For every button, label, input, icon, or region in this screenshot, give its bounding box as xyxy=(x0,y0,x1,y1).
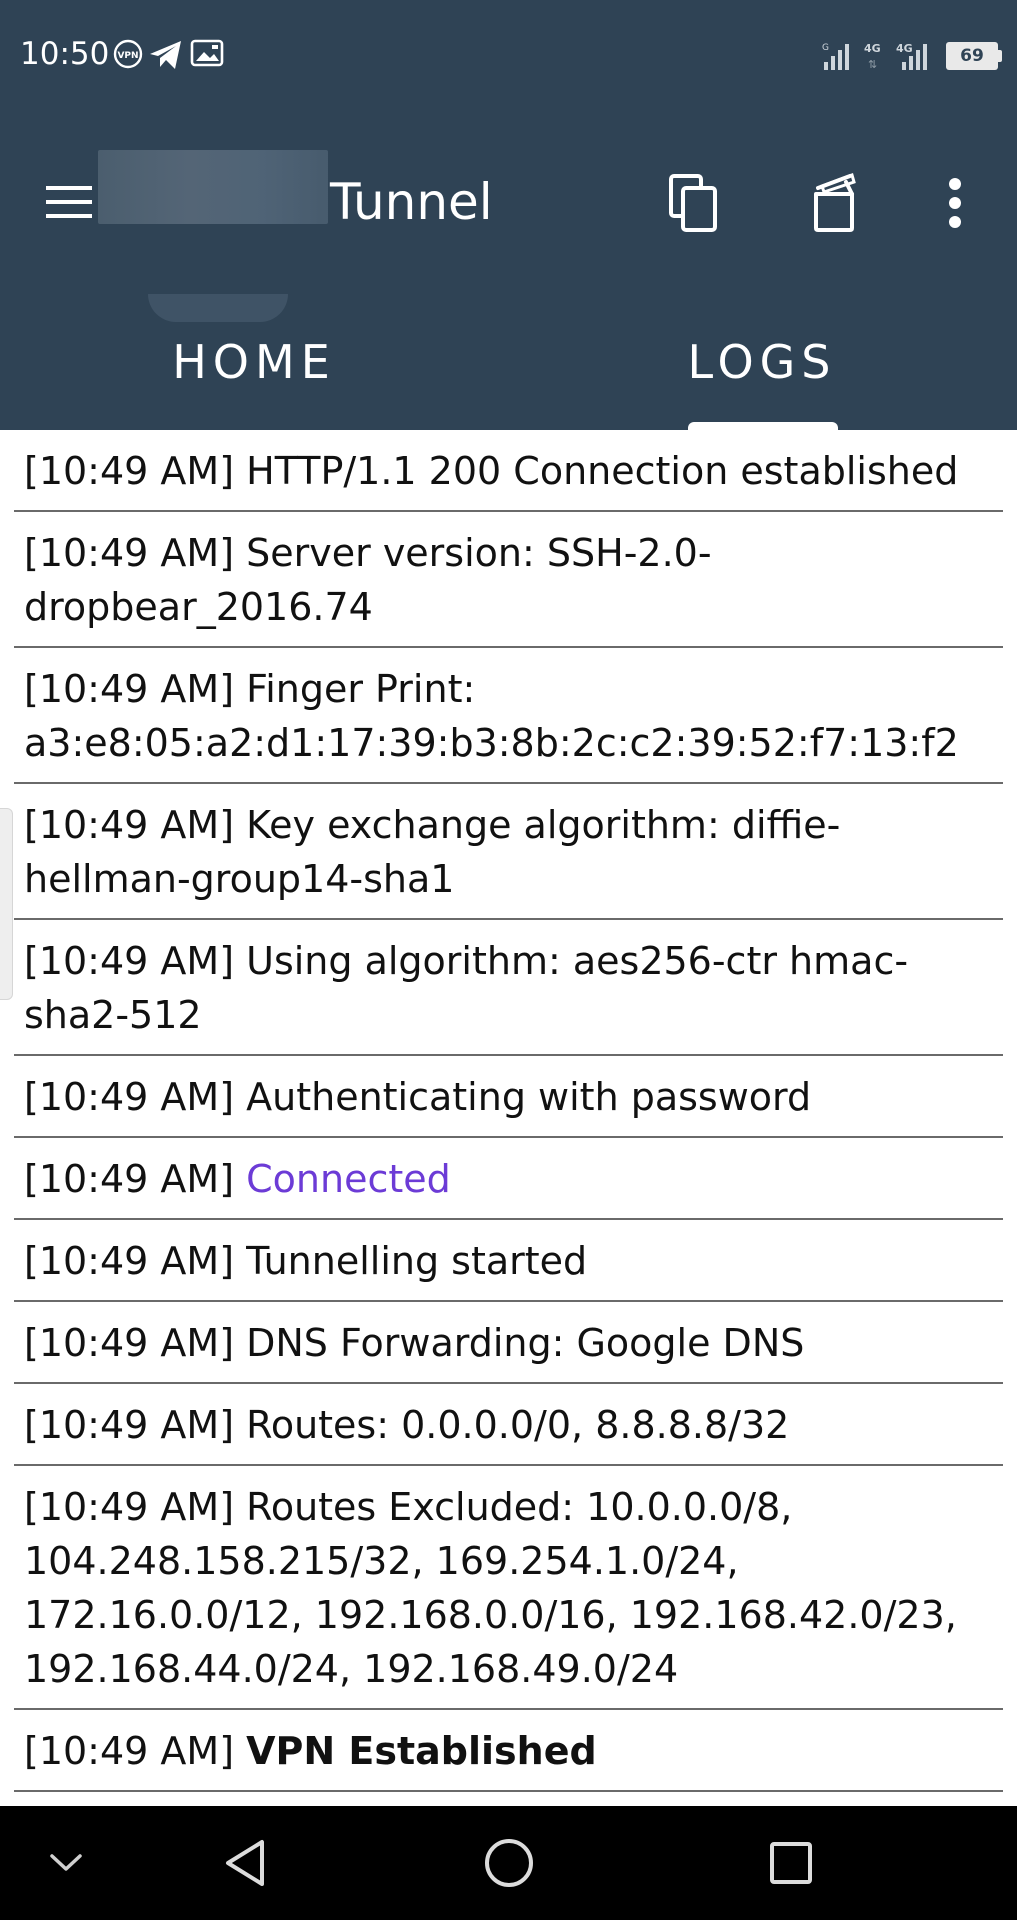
back-button[interactable] xyxy=(212,1806,282,1920)
log-entry: [10:49 AM] Server version: SSH-2.0-dropb… xyxy=(14,512,1003,648)
log-timestamp: [10:49 AM] xyxy=(24,1157,235,1201)
log-entry: [10:49 AM] VPN Established xyxy=(14,1710,1003,1792)
menu-icon xyxy=(46,186,92,218)
log-timestamp: [10:49 AM] xyxy=(24,531,235,575)
signal-icon: G xyxy=(820,40,852,76)
battery-tip xyxy=(998,50,1002,62)
more-options-button[interactable] xyxy=(930,172,980,238)
home-button[interactable] xyxy=(474,1806,544,1920)
status-bar: 10:50 VPN G 4G ⇅ 4G 69 xyxy=(0,0,1017,112)
recents-button[interactable] xyxy=(756,1806,826,1920)
svg-text:4G: 4G xyxy=(864,42,881,55)
chevron-down-icon xyxy=(50,1854,82,1871)
log-entry: [10:49 AM] Routes Excluded: 10.0.0.0/8, … xyxy=(14,1466,1003,1710)
tab-logs[interactable]: LOGS xyxy=(508,294,1016,430)
battery-icon: 69 xyxy=(946,42,998,70)
log-entry: [10:49 AM] Using algorithm: aes256-ctr h… xyxy=(14,920,1003,1056)
toolbar: Tunnel xyxy=(0,112,1017,294)
log-list[interactable]: [10:49 AM] HTTP/1.1 200 Connection estab… xyxy=(0,430,1017,1874)
app-logo xyxy=(98,150,328,224)
log-entry: [10:49 AM] DNS Forwarding: Google DNS xyxy=(14,1302,1003,1384)
navigation-bar xyxy=(0,1806,1017,1920)
svg-text:4G: 4G xyxy=(896,42,913,55)
log-message: Connected xyxy=(246,1157,451,1201)
log-timestamp: [10:49 AM] xyxy=(24,449,235,493)
app-root: 10:50 VPN G 4G ⇅ 4G 69 Tunnel HOME LOGS … xyxy=(0,0,1017,1920)
recents-icon xyxy=(770,1842,812,1884)
log-message: Authenticating with password xyxy=(246,1075,812,1119)
log-entry: [10:49 AM] Routes: 0.0.0.0/0, 8.8.8.8/32 xyxy=(14,1384,1003,1466)
log-timestamp: [10:49 AM] xyxy=(24,1485,235,1529)
copy-icon xyxy=(669,174,717,232)
log-timestamp: [10:49 AM] xyxy=(24,1729,235,1773)
tab-home[interactable]: HOME xyxy=(0,294,508,430)
back-icon xyxy=(226,1840,264,1886)
scroll-handle[interactable] xyxy=(0,808,13,1000)
log-entry: [10:49 AM] Connected xyxy=(14,1138,1003,1220)
app-title: Tunnel xyxy=(330,173,493,231)
log-timestamp: [10:49 AM] xyxy=(24,1239,235,1283)
log-message: DNS Forwarding: Google DNS xyxy=(246,1321,805,1365)
log-timestamp: [10:49 AM] xyxy=(24,1321,235,1365)
tab-bar: HOME LOGS xyxy=(0,294,1017,430)
log-timestamp: [10:49 AM] xyxy=(24,667,235,711)
log-message: HTTP/1.1 200 Connection established xyxy=(246,449,959,493)
log-entry: [10:49 AM] Key exchange algorithm: diffi… xyxy=(14,784,1003,920)
image-icon xyxy=(190,38,224,72)
tab-selected-indicator xyxy=(688,422,838,430)
log-timestamp: [10:49 AM] xyxy=(24,1075,235,1119)
log-message: Routes: 0.0.0.0/0, 8.8.8.8/32 xyxy=(246,1403,790,1447)
log-entry: [10:49 AM] Tunnelling started xyxy=(14,1220,1003,1302)
log-entry: [10:49 AM] HTTP/1.1 200 Connection estab… xyxy=(14,430,1003,512)
telegram-icon xyxy=(148,38,184,76)
log-message: VPN Established xyxy=(246,1729,597,1773)
4g-icon: 4G ⇅ xyxy=(862,40,886,76)
svg-text:G: G xyxy=(822,43,829,53)
status-time: 10:50 xyxy=(20,36,110,72)
hide-nav-button[interactable] xyxy=(36,1806,96,1920)
vpn-key-icon: VPN xyxy=(112,38,144,74)
log-timestamp: [10:49 AM] xyxy=(24,803,235,847)
clear-logs-icon xyxy=(814,173,856,232)
app-header: 10:50 VPN G 4G ⇅ 4G 69 Tunnel HOME LOGS xyxy=(0,0,1017,430)
clear-logs-button[interactable] xyxy=(806,172,866,238)
log-entry: [10:49 AM] Authenticating with password xyxy=(14,1056,1003,1138)
svg-text:⇅: ⇅ xyxy=(868,58,877,71)
log-timestamp: [10:49 AM] xyxy=(24,939,235,983)
log-entry: [10:49 AM] Finger Print: a3:e8:05:a2:d1:… xyxy=(14,648,1003,784)
log-message: Tunnelling started xyxy=(246,1239,588,1283)
signal-4g-icon: 4G xyxy=(896,40,936,76)
home-icon xyxy=(485,1839,533,1887)
log-timestamp: [10:49 AM] xyxy=(24,1403,235,1447)
menu-button[interactable] xyxy=(44,182,106,232)
copy-logs-button[interactable] xyxy=(666,172,726,238)
svg-text:VPN: VPN xyxy=(117,51,138,61)
more-vertical-icon xyxy=(949,178,961,228)
